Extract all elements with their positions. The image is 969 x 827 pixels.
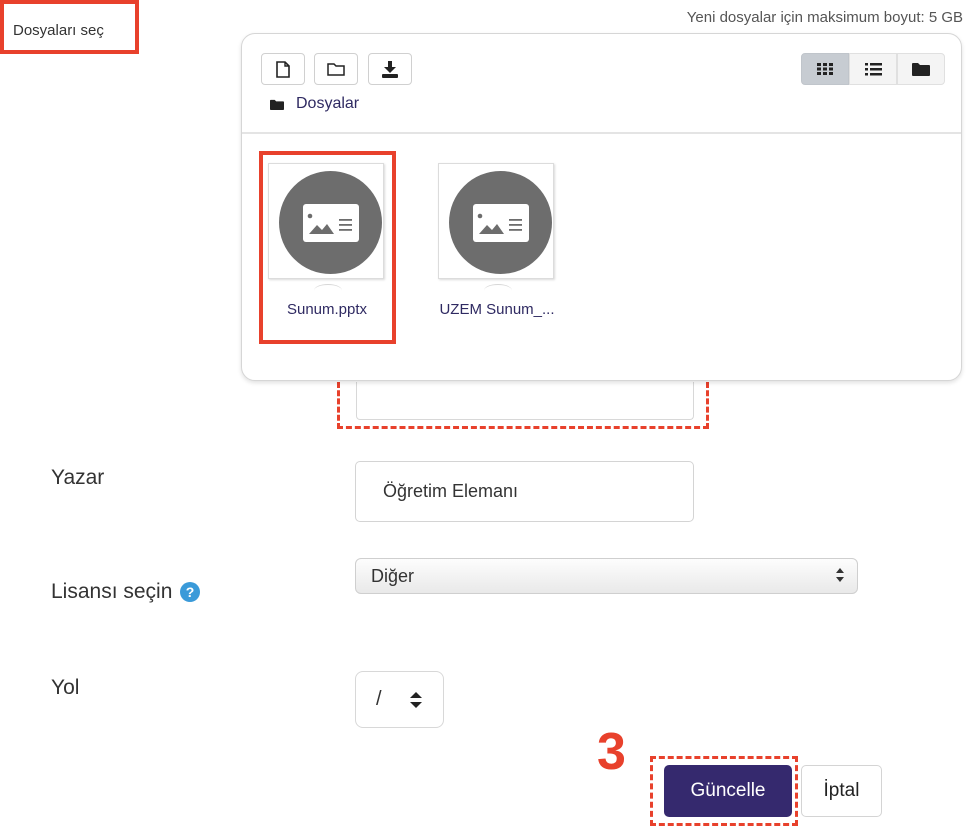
license-select[interactable]: Diğer (355, 558, 858, 594)
path-select-value: / (376, 688, 382, 710)
list-view-button[interactable] (849, 53, 897, 85)
breadcrumb: Dosyalar (270, 95, 359, 113)
folder-icon (270, 99, 284, 110)
help-icon[interactable]: ? (180, 582, 201, 602)
select-files-label: Dosyaları seç (0, 0, 139, 54)
sort-arrows-icon (836, 568, 844, 582)
folder-view-button[interactable] (897, 53, 945, 85)
license-label: Lisansı seçin (51, 580, 173, 603)
presentation-file-icon (449, 171, 552, 274)
author-input[interactable]: Öğretim Elemanı (355, 461, 694, 522)
new-file-button[interactable] (261, 53, 305, 85)
step-number-annotation: 3 (597, 723, 626, 781)
new-folder-button[interactable] (314, 53, 358, 85)
new-file-icon (276, 60, 290, 78)
author-label: Yazar (51, 466, 105, 489)
path-label: Yol (51, 676, 80, 699)
max-size-note: Yeni dosyalar için maksimum boyut: 5 GB (686, 9, 963, 26)
view-switcher (801, 53, 945, 85)
update-button[interactable]: Güncelle (664, 765, 792, 817)
list-view-icon (864, 62, 882, 75)
sort-arrows-icon (410, 692, 422, 708)
cancel-button[interactable]: İptal (801, 765, 882, 817)
path-select[interactable]: / (355, 671, 444, 728)
folder-view-icon (912, 63, 930, 76)
grid-view-icon (817, 63, 833, 75)
file-tile-shadow (484, 284, 512, 297)
license-select-value: Diğer (371, 566, 415, 586)
divider (242, 132, 961, 134)
svg-text:?: ? (186, 584, 195, 600)
new-folder-icon (327, 63, 345, 76)
download-icon (382, 60, 398, 78)
file-name[interactable]: UZEM Sunum_... (438, 301, 556, 318)
license-label-group: Lisansı seçin ? (51, 580, 201, 604)
selected-file-highlight (259, 151, 396, 344)
grid-view-button[interactable] (801, 53, 849, 85)
breadcrumb-folder-link[interactable]: Dosyalar (296, 95, 359, 113)
highlight-frame-name-field (337, 382, 709, 429)
file-thumbnail[interactable] (438, 163, 554, 279)
download-button[interactable] (368, 53, 412, 85)
file-tile[interactable]: UZEM Sunum_... (438, 163, 556, 318)
